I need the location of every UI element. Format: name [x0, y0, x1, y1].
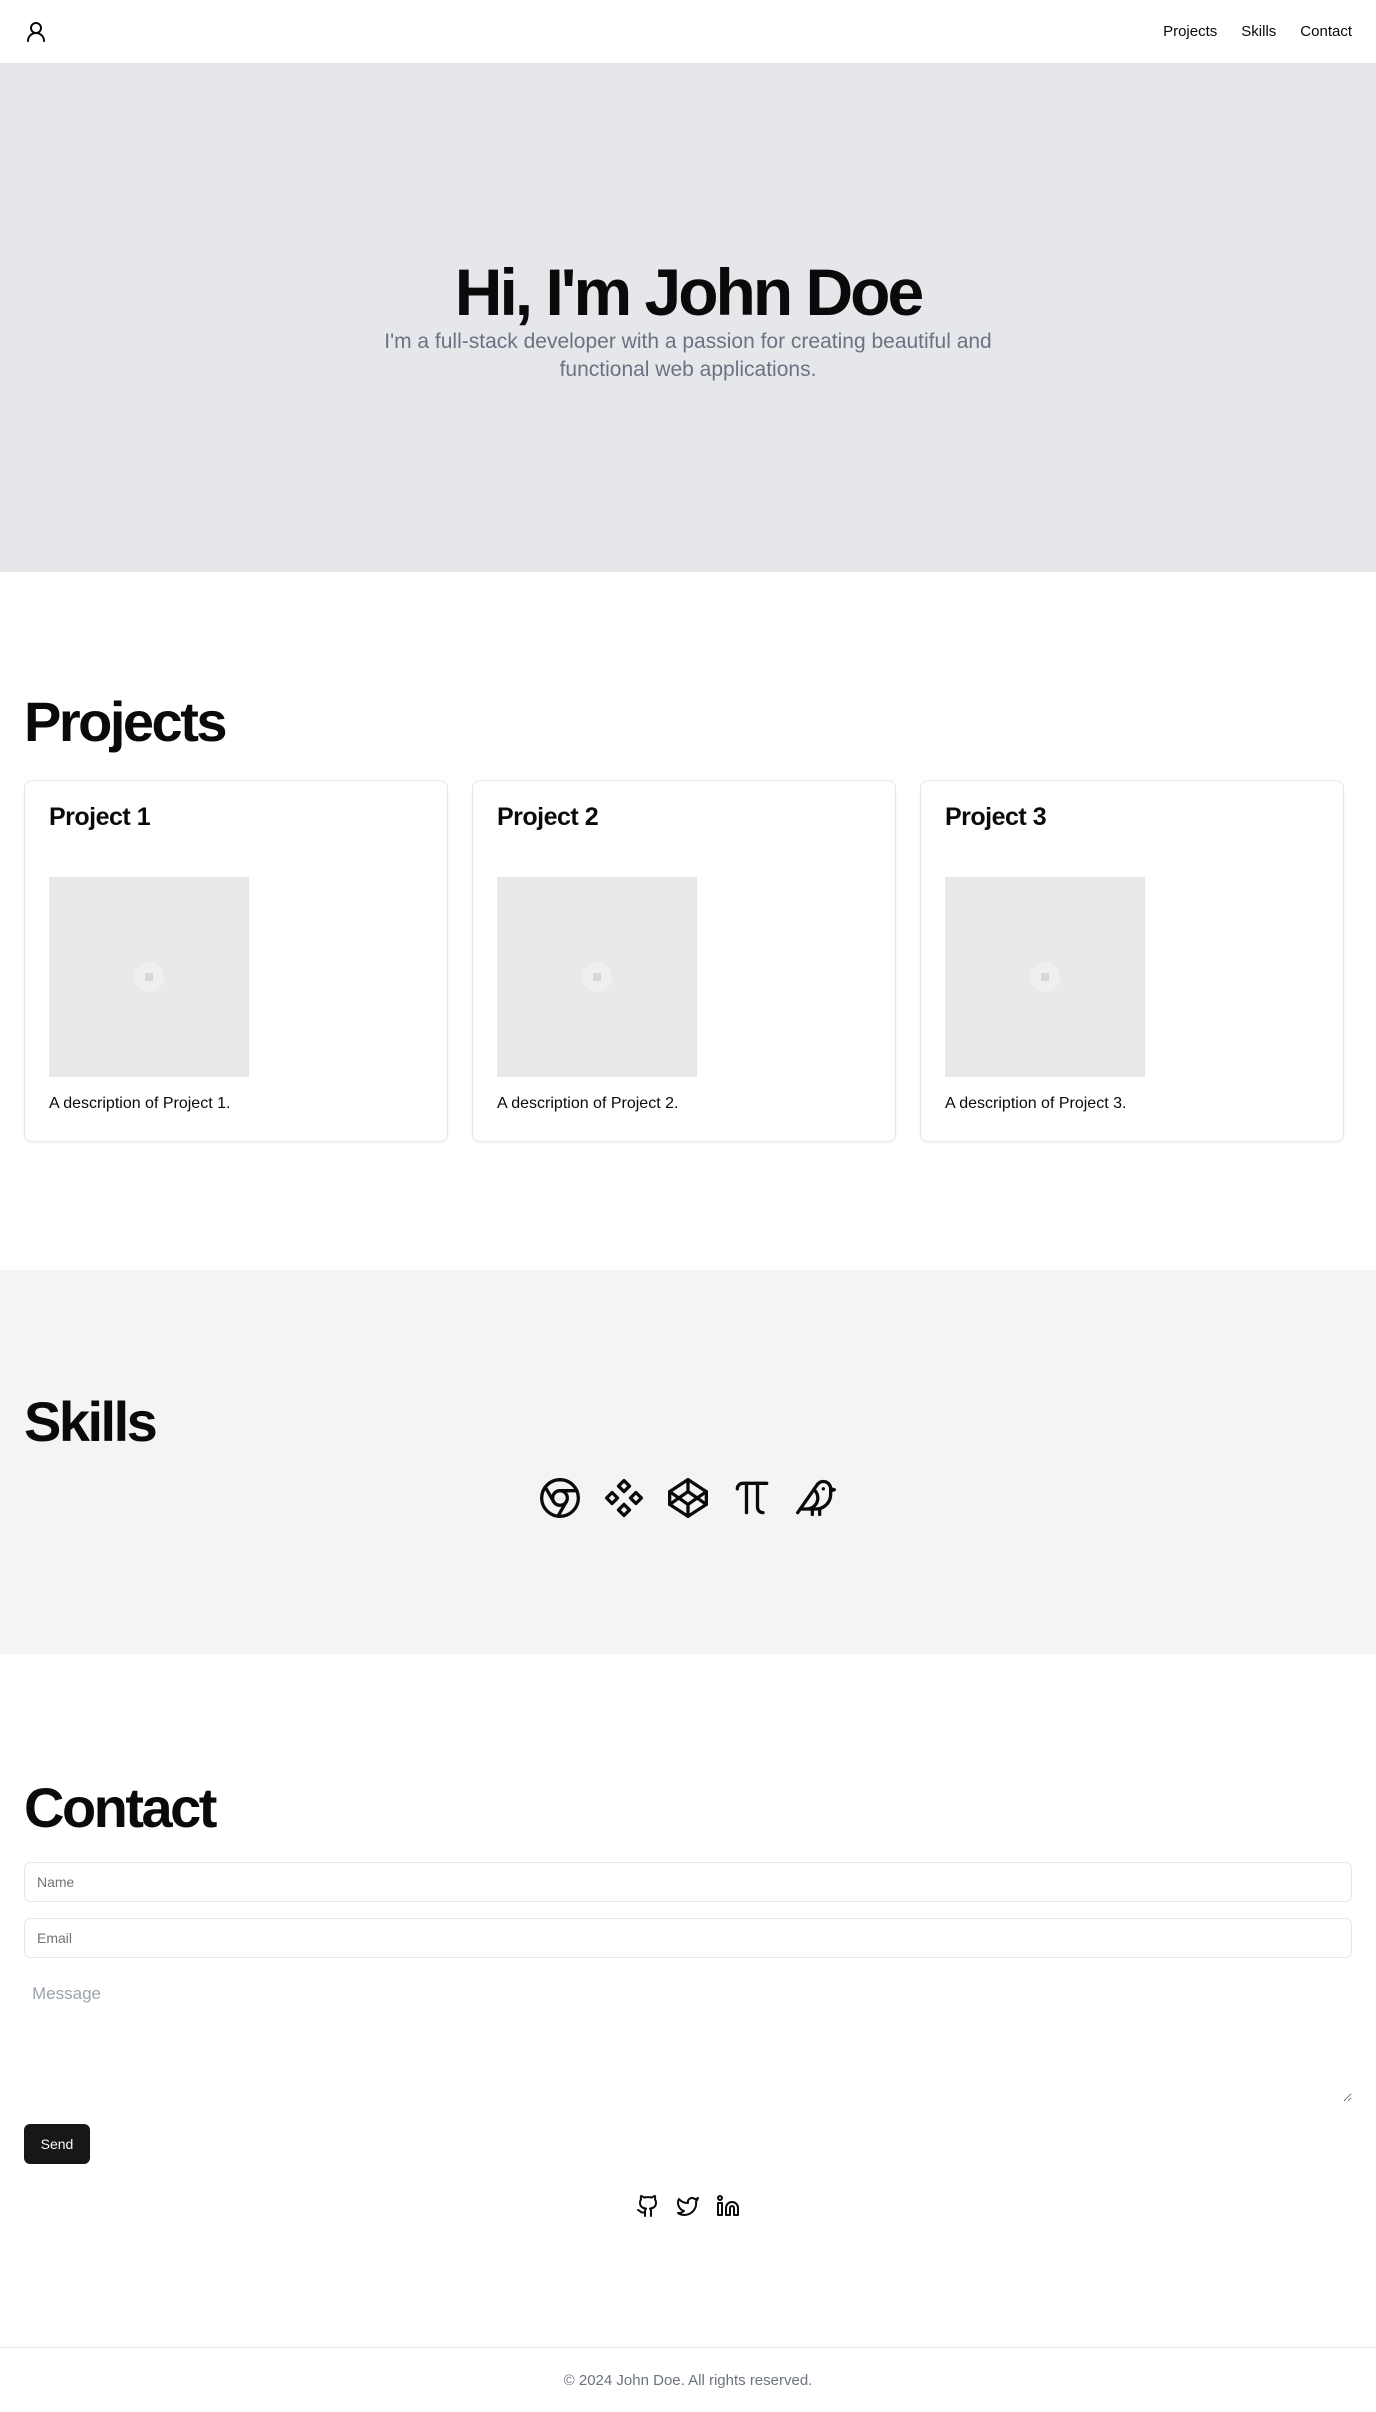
figma-icon — [602, 1476, 646, 1520]
image-placeholder-icon — [582, 962, 612, 992]
skills-section: Skills — [0, 1270, 1376, 1654]
image-placeholder-icon — [1030, 962, 1060, 992]
project-image — [945, 877, 1145, 1077]
main-nav: Projects Skills Contact — [1163, 23, 1352, 40]
social-links — [0, 2194, 1376, 2218]
linkedin-icon[interactable] — [716, 2194, 740, 2218]
nav-link-contact[interactable]: Contact — [1300, 23, 1352, 40]
site-header: Projects Skills Contact — [0, 0, 1376, 64]
nav-link-projects[interactable]: Projects — [1163, 23, 1217, 40]
project-image — [497, 877, 697, 1077]
project-description: A description of Project 2. — [497, 1095, 679, 1112]
project-image — [49, 877, 249, 1077]
twitter-icon[interactable] — [676, 2194, 700, 2218]
codepen-icon — [666, 1476, 710, 1520]
project-description: A description of Project 3. — [945, 1095, 1127, 1112]
user-icon[interactable] — [24, 20, 48, 44]
projects-title: Projects — [24, 690, 228, 753]
hero-section: Hi, I'm John Doe I'm a full-stack develo… — [0, 64, 1376, 572]
name-field[interactable] — [24, 1862, 1352, 1902]
bird-icon — [794, 1476, 838, 1520]
skill-icons — [0, 1476, 1376, 1520]
site-footer: © 2024 John Doe. All rights reserved. — [0, 2347, 1376, 2412]
chrome-icon — [538, 1476, 582, 1520]
project-description: A description of Project 1. — [49, 1095, 231, 1112]
project-card: Project 1 A description of Project 1. — [24, 780, 448, 1142]
email-field[interactable] — [24, 1918, 1352, 1958]
contact-title: Contact — [24, 1776, 217, 1839]
pi-icon — [730, 1476, 774, 1520]
project-title: Project 3 — [945, 803, 1047, 831]
project-card: Project 3 A description of Project 3. — [920, 780, 1344, 1142]
message-field[interactable] — [24, 1976, 1352, 2102]
github-icon[interactable] — [636, 2194, 660, 2218]
hero-subtitle: I'm a full-stack developer with a passio… — [384, 329, 992, 381]
project-title: Project 1 — [49, 803, 151, 831]
nav-link-skills[interactable]: Skills — [1241, 23, 1276, 40]
project-title: Project 2 — [497, 803, 599, 831]
send-button[interactable]: Send — [24, 2124, 90, 2164]
skills-title: Skills — [24, 1390, 158, 1453]
hero-title: Hi, I'm John Doe — [454, 255, 924, 330]
copyright-text: © 2024 John Doe. All rights reserved. — [563, 2371, 813, 2389]
image-placeholder-icon — [134, 962, 164, 992]
project-card: Project 2 A description of Project 2. — [472, 780, 896, 1142]
